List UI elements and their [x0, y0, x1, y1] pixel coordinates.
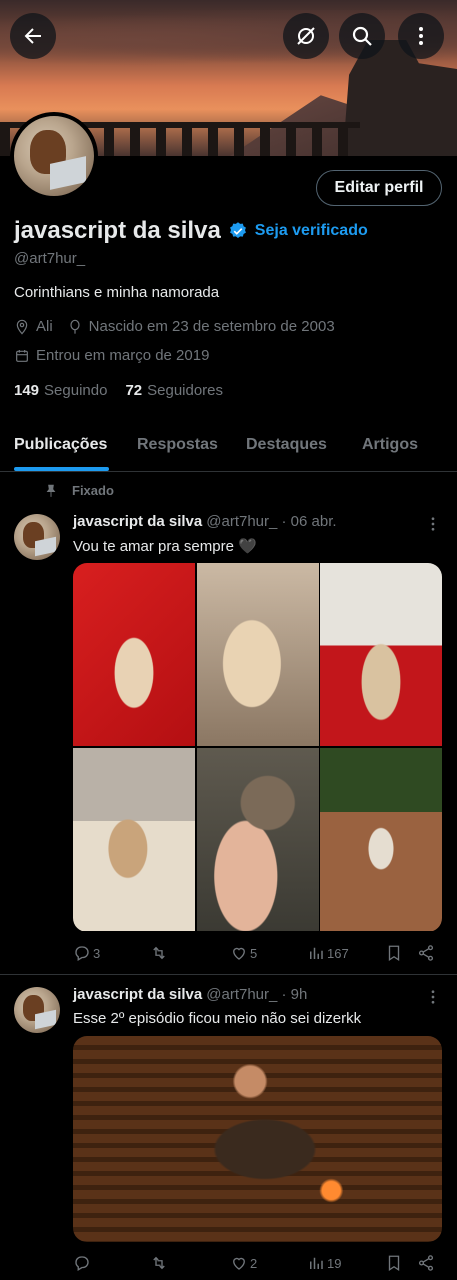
profile-joined-row: Entrou em março de 2019	[14, 347, 209, 364]
tab-publicacoes[interactable]: Publicações	[14, 436, 107, 454]
views-count: 167	[327, 945, 349, 961]
repost-icon	[153, 946, 165, 960]
post-photo[interactable]	[320, 563, 442, 746]
share-icon	[418, 1255, 434, 1271]
post-divider	[0, 974, 457, 975]
post-more-icon[interactable]	[424, 515, 442, 533]
post-actions: 2 19	[73, 1254, 442, 1278]
profile-location: Ali	[36, 318, 53, 335]
share-button[interactable]	[417, 944, 437, 962]
tab-artigos[interactable]: Artigos	[362, 436, 418, 454]
profile-meta-row: Ali Nascido em 23 de setembro de 2003	[14, 318, 335, 335]
post-actions: 3 5 167	[73, 944, 442, 968]
location-icon	[16, 319, 28, 335]
following-link[interactable]: 149 Seguindo	[14, 382, 107, 399]
views-icon	[310, 1257, 323, 1269]
following-label: Seguindo	[44, 382, 108, 399]
back-button[interactable]	[10, 13, 56, 59]
like-button[interactable]: 2	[230, 1254, 257, 1272]
following-count: 149	[14, 382, 40, 399]
display-name: javascript da silva	[14, 217, 221, 244]
reply-icon	[75, 1256, 89, 1271]
reply-button[interactable]: 3	[73, 944, 100, 962]
views-button[interactable]: 167	[307, 944, 349, 962]
avatar-laptop	[34, 537, 56, 557]
more-vertical-icon	[419, 27, 423, 45]
pinned-label: Fixado	[72, 483, 114, 498]
post-text: Esse 2º episódio ficou meio não sei dize…	[73, 1010, 362, 1027]
grok-icon	[297, 27, 315, 45]
post-more-icon[interactable]	[424, 988, 442, 1006]
post-header: javascript da silva @art7hur_ · 06 abr.	[73, 513, 337, 530]
post-header: javascript da silva @art7hur_ · 9h	[73, 986, 307, 1003]
followers-count: 72	[125, 382, 143, 399]
arrow-left-icon	[24, 28, 41, 44]
more-button[interactable]	[398, 13, 444, 59]
repost-button[interactable]	[150, 944, 170, 962]
post-photo[interactable]	[197, 563, 319, 746]
share-button[interactable]	[417, 1254, 437, 1272]
followers-label: Seguidores	[147, 382, 224, 399]
get-verified-link[interactable]: Seja verificado	[255, 222, 368, 240]
post-author-name[interactable]: javascript da silva	[73, 513, 202, 530]
bookmark-button[interactable]	[385, 1254, 405, 1272]
like-count: 5	[250, 945, 258, 961]
verified-badge-icon[interactable]	[228, 221, 248, 241]
profile-tabs: Publicações Respostas Destaques Artigos	[0, 420, 457, 472]
search-icon	[352, 26, 372, 46]
repost-button[interactable]	[150, 1254, 170, 1272]
follow-stats: 149 Seguindo 72 Seguidores	[14, 382, 241, 399]
bookmark-button[interactable]	[385, 944, 405, 962]
views-icon	[310, 947, 323, 959]
tab-active-indicator	[14, 467, 109, 471]
bookmark-icon	[388, 945, 400, 962]
profile-handle: @art7hur_	[14, 250, 86, 267]
share-icon	[418, 945, 434, 961]
profile-avatar[interactable]	[10, 112, 98, 200]
bookmark-icon	[388, 1255, 400, 1272]
post-image[interactable]	[73, 1036, 442, 1242]
reply-count: 3	[93, 945, 101, 961]
heart-icon	[233, 1257, 245, 1270]
post-handle-time: @art7hur_ · 06 abr.	[206, 513, 337, 530]
profile-birth: Nascido em 23 de setembro de 2003	[88, 318, 335, 335]
reply-button[interactable]	[73, 1254, 93, 1272]
avatar-laptop	[34, 1010, 56, 1030]
post-handle-time: @art7hur_ · 9h	[206, 986, 308, 1003]
post-photo[interactable]	[197, 748, 319, 931]
repost-icon	[153, 1256, 165, 1270]
followers-link[interactable]: 72 Seguidores	[125, 382, 223, 399]
pinned-label-row: Fixado	[44, 483, 114, 498]
pin-icon	[46, 484, 56, 497]
like-button[interactable]: 5	[230, 944, 257, 962]
views-count: 19	[327, 1255, 342, 1271]
post-photo[interactable]	[320, 748, 442, 931]
post-avatar[interactable]	[14, 987, 60, 1033]
grok-button[interactable]	[283, 13, 329, 59]
post-photo[interactable]	[73, 748, 195, 931]
name-row: javascript da silva Seja verificado	[14, 216, 368, 246]
tab-destaques[interactable]: Destaques	[246, 436, 327, 454]
calendar-icon	[16, 349, 28, 362]
like-count: 2	[250, 1255, 258, 1271]
post-avatar[interactable]	[14, 514, 60, 560]
heart-icon	[233, 947, 245, 960]
reply-icon	[75, 946, 89, 961]
post-media-grid	[73, 563, 442, 932]
post-author-name[interactable]: javascript da silva	[73, 986, 202, 1003]
profile-bio: Corinthians e minha namorada	[14, 284, 220, 301]
views-button[interactable]: 19	[307, 1254, 341, 1272]
tab-respostas[interactable]: Respostas	[137, 436, 218, 454]
post-photo[interactable]	[73, 563, 195, 746]
profile-joined: Entrou em março de 2019	[36, 347, 210, 364]
edit-profile-button[interactable]: Editar perfil	[316, 170, 442, 206]
post-text: Vou te amar pra sempre 🖤	[73, 538, 257, 555]
balloon-icon	[70, 319, 80, 334]
search-button[interactable]	[339, 13, 385, 59]
